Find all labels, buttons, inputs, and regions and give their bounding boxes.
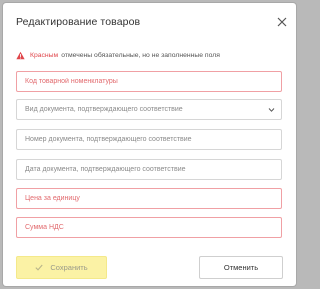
- close-button[interactable]: [274, 14, 290, 30]
- commodity-code-input[interactable]: [17, 72, 281, 91]
- vat-amount-input[interactable]: [17, 218, 281, 237]
- check-icon: [35, 264, 43, 271]
- unit-price-input[interactable]: [17, 189, 281, 208]
- notice-text: отмечены обязательные, но не заполненные…: [61, 51, 220, 59]
- commodity-code-field[interactable]: [16, 71, 282, 92]
- cancel-button-label: Отменить: [223, 263, 259, 272]
- chevron-down-icon: [268, 108, 275, 112]
- save-button-label: Сохранить: [50, 263, 88, 272]
- document-type-select[interactable]: [16, 99, 282, 120]
- document-number-input[interactable]: [17, 130, 281, 149]
- required-fields-notice: Красным отмечены обязательные, но не зап…: [16, 50, 220, 60]
- document-type-input[interactable]: [17, 100, 281, 119]
- document-date-input[interactable]: [17, 160, 281, 179]
- dialog-title: Редактирование товаров: [16, 16, 141, 28]
- unit-price-field[interactable]: [16, 188, 282, 209]
- notice-highlight: Красным: [30, 51, 59, 59]
- warning-icon: [16, 51, 25, 59]
- cancel-button[interactable]: Отменить: [199, 256, 283, 279]
- edit-goods-dialog: Редактирование товаров Красным отмечены …: [3, 3, 296, 286]
- document-date-field[interactable]: [16, 159, 282, 180]
- close-icon: [277, 17, 287, 27]
- document-number-field[interactable]: [16, 129, 282, 150]
- save-button[interactable]: Сохранить: [16, 256, 107, 279]
- vat-amount-field[interactable]: [16, 217, 282, 238]
